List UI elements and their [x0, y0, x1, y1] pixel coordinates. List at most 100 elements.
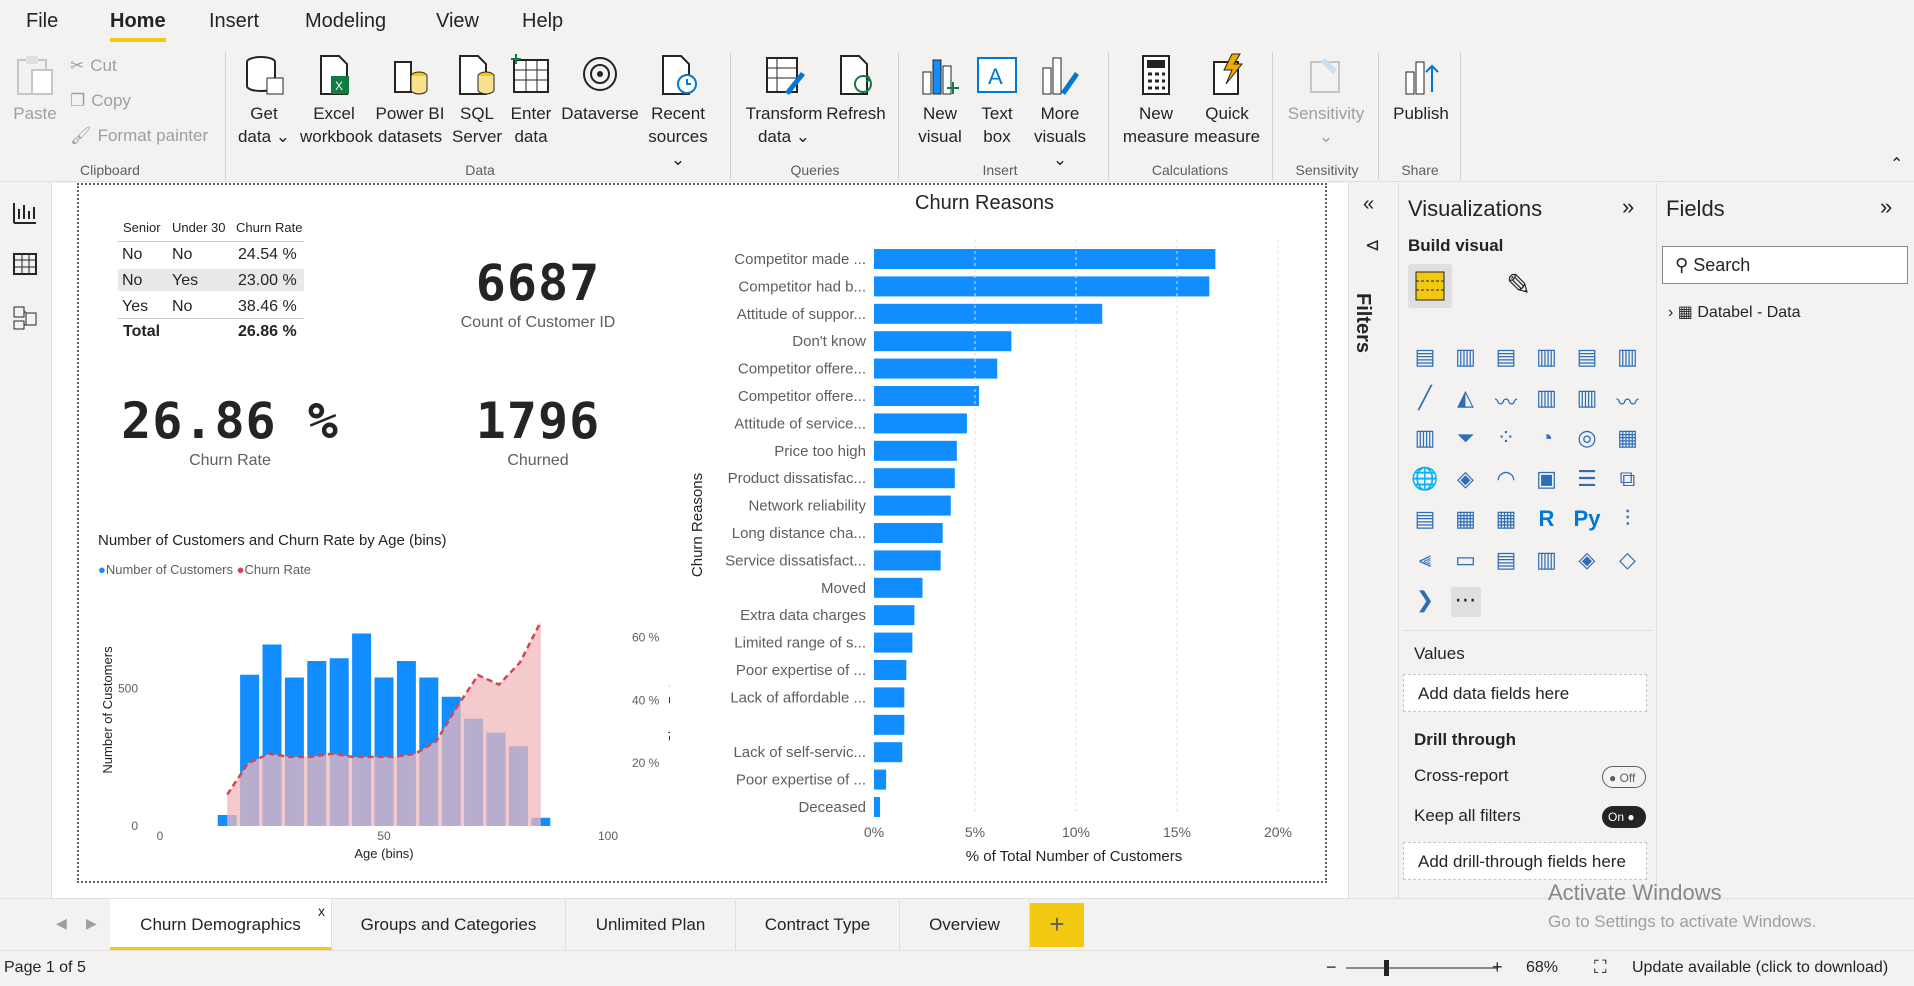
fit-to-page-icon[interactable]: ⛶	[1594, 957, 1607, 978]
visual-type-icon[interactable]: ▥	[1410, 425, 1440, 455]
visual-type-icon[interactable]: ▥	[1532, 344, 1562, 374]
tab-scroll-left-icon[interactable]: ◀	[56, 915, 67, 932]
churn-bar[interactable]	[874, 660, 907, 680]
menu-insert[interactable]: Insert	[209, 10, 259, 33]
zoom-slider-thumb[interactable]	[1384, 960, 1389, 976]
quick-measure-button[interactable]: Quick measure	[1194, 52, 1260, 148]
churn-bar[interactable]	[874, 769, 887, 790]
tab-churn-demographics[interactable]: Churn Demographics	[110, 899, 332, 951]
recent-sources-button[interactable]: Recent sources ⌄	[640, 52, 716, 171]
visual-type-icon[interactable]: ⫷	[1410, 547, 1440, 577]
drill-through-well[interactable]: Add drill-through fields here	[1403, 842, 1647, 880]
field-table-databel[interactable]: › ▦ Databel - Data	[1668, 302, 1801, 322]
churn-bar[interactable]	[874, 687, 905, 708]
keep-filters-toggle[interactable]: On ●	[1602, 806, 1646, 828]
visual-type-icon[interactable]: ▥	[1532, 547, 1562, 577]
visual-type-icon[interactable]: ▤	[1491, 547, 1521, 577]
more-visual-types-icon[interactable]: ⋯	[1450, 587, 1481, 617]
refresh-button[interactable]: Refresh	[826, 52, 886, 125]
churn-rate-card[interactable]: 26.86 % Churn Rate	[110, 392, 350, 470]
visual-type-icon[interactable]: ▥	[1613, 344, 1643, 374]
churn-bar[interactable]	[874, 358, 998, 379]
expand-viz-icon[interactable]: »	[1622, 194, 1634, 220]
powerbi-datasets-button[interactable]: Power BI datasets	[374, 52, 446, 148]
visual-type-icon[interactable]: 🌐	[1410, 466, 1440, 496]
visual-type-icon[interactable]: ◎	[1572, 425, 1602, 455]
zoom-slider-track[interactable]	[1346, 967, 1498, 969]
visual-type-icon[interactable]: ☰	[1572, 466, 1602, 496]
tab-scroll-right-icon[interactable]: ▶	[86, 915, 97, 932]
visual-type-icon[interactable]: 〰	[1491, 385, 1521, 415]
report-view-icon[interactable]	[10, 197, 40, 227]
visual-type-icon[interactable]: ◈	[1451, 466, 1481, 496]
churned-card[interactable]: 1796 Churned	[440, 392, 636, 470]
text-box-button[interactable]: A Text box	[972, 52, 1022, 148]
transform-data-button[interactable]: Transform data ⌄	[744, 52, 824, 148]
visual-type-icon[interactable]: ⏷	[1451, 425, 1481, 455]
churn-bar[interactable]	[874, 797, 881, 817]
tab-unlimited-plan[interactable]: Unlimited Plan	[566, 899, 736, 951]
paste-button[interactable]: Paste	[10, 52, 60, 125]
visual-type-icon[interactable]: ▥	[1572, 385, 1602, 415]
visual-type-icon[interactable]: ◔	[1532, 425, 1562, 455]
churn-bar[interactable]	[874, 495, 951, 516]
churn-bar[interactable]	[874, 468, 955, 489]
churn-bar[interactable]	[874, 742, 903, 763]
age-chart[interactable]: 0 50 100 0 500 20 % 40 % 60 % Age (bins) Number o…	[90, 580, 670, 870]
visual-type-icon[interactable]: ◭	[1451, 385, 1481, 415]
fields-search-input[interactable]: ⚲ Search	[1662, 246, 1908, 284]
churn-bar[interactable]	[874, 303, 1103, 324]
new-measure-button[interactable]: New measure	[1120, 52, 1192, 148]
menu-home[interactable]: Home	[110, 10, 166, 33]
count-card[interactable]: 6687 Count of Customer ID	[440, 254, 636, 332]
visual-type-icon[interactable]: ◠	[1491, 466, 1521, 496]
visual-type-icon[interactable]: ▤	[1410, 344, 1440, 374]
model-view-icon[interactable]	[10, 303, 40, 333]
churn-bar[interactable]	[874, 276, 1210, 297]
visual-type-icon[interactable]: ⧉	[1613, 466, 1643, 496]
publish-button[interactable]: Publish	[1390, 52, 1452, 125]
churn-bar[interactable]	[874, 413, 967, 434]
format-visual-icon[interactable]: ✎	[1506, 268, 1531, 303]
dataverse-button[interactable]: Dataverse	[560, 52, 640, 125]
visual-type-icon[interactable]: ◈	[1572, 547, 1602, 577]
churn-reasons-chart[interactable]: Competitor made ... Competitor had b... At…	[680, 225, 1320, 865]
zoom-in-icon[interactable]: +	[1492, 957, 1503, 978]
tab-close-icon[interactable]: x	[318, 903, 325, 919]
update-available-link[interactable]: Update available (click to download)	[1632, 959, 1888, 977]
menu-modeling[interactable]: Modeling	[305, 10, 386, 33]
zoom-out-icon[interactable]: −	[1326, 957, 1337, 978]
sensitivity-button[interactable]: Sensitivity ⌄	[1284, 52, 1368, 148]
visual-type-icon[interactable]: 〰	[1613, 385, 1643, 415]
menu-view[interactable]: View	[436, 10, 479, 33]
visual-type-icon[interactable]: ▤	[1410, 506, 1440, 536]
visual-type-icon[interactable]: Py	[1572, 506, 1602, 536]
churn-bar[interactable]	[874, 249, 1216, 269]
visual-type-icon[interactable]: ▥	[1532, 385, 1562, 415]
visual-type-icon[interactable]: R	[1532, 506, 1562, 536]
churn-bar[interactable]	[874, 386, 980, 406]
sql-server-button[interactable]: SQL Server	[452, 52, 502, 148]
menu-help[interactable]: Help	[522, 10, 563, 33]
expand-fields-icon[interactable]: »	[1880, 194, 1892, 220]
tab-overview[interactable]: Overview	[900, 899, 1030, 951]
collapse-ribbon-icon[interactable]: ⌃	[1890, 154, 1903, 174]
new-visual-button[interactable]: New visual	[912, 52, 968, 148]
more-visuals-button[interactable]: More visuals ⌄	[1026, 52, 1094, 171]
excel-workbook-button[interactable]: X Excel workbook	[300, 52, 373, 148]
filters-pane[interactable]: « ⊲ Filters	[1348, 183, 1398, 898]
cut-button[interactable]: ✂ Cut	[70, 56, 117, 76]
format-painter-button[interactable]: 🖌 Format painter	[70, 126, 208, 146]
tab-contract-type[interactable]: Contract Type	[736, 899, 900, 951]
collapse-filters-icon[interactable]: «	[1363, 193, 1374, 216]
churn-bar[interactable]	[874, 632, 913, 653]
visual-type-icon[interactable]: ▦	[1491, 506, 1521, 536]
cross-report-toggle[interactable]: ● Off	[1602, 766, 1646, 788]
churn-bar[interactable]	[874, 550, 941, 571]
visual-type-icon[interactable]: ▥	[1451, 344, 1481, 374]
visual-type-icon[interactable]: ▭	[1451, 547, 1481, 577]
visual-type-icon[interactable]: ▤	[1572, 344, 1602, 374]
visual-type-icon[interactable]: ╱	[1410, 385, 1440, 415]
add-page-button[interactable]: +	[1030, 903, 1084, 947]
churn-bar[interactable]	[874, 440, 957, 461]
